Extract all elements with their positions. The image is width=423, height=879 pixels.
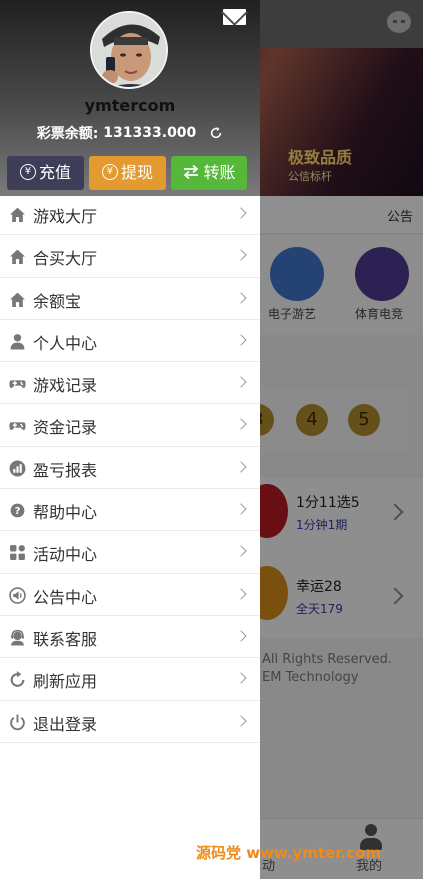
refresh-icon — [10, 671, 25, 688]
chevron-right-icon — [235, 503, 247, 515]
chevron-right-icon — [235, 418, 247, 431]
transfer-label: 转账 — [203, 163, 236, 182]
gamepad-icon — [9, 422, 26, 431]
svg-text:?: ? — [15, 506, 21, 517]
menu-item-profile[interactable]: 个人中心 — [0, 320, 260, 363]
menu-label: 联系客服 — [33, 629, 98, 649]
drawer-header: ymtercom 彩票余额: 131333.000 ¥ 充值 ¥ 提现 转账 — [0, 0, 260, 196]
home-icon — [10, 292, 25, 307]
recharge-button[interactable]: ¥ 充值 — [7, 156, 84, 190]
avatar[interactable] — [90, 11, 168, 89]
chevron-right-icon — [235, 588, 247, 600]
menu-label: 盈亏报表 — [33, 460, 98, 480]
chevron-right-icon — [235, 376, 247, 388]
gamepad-icon — [9, 380, 26, 389]
power-icon — [10, 714, 25, 730]
menu-label: 活动中心 — [33, 545, 98, 565]
menu-item-game-records[interactable]: 游戏记录 — [0, 362, 260, 405]
menu-item-refresh-app[interactable]: 刷新应用 — [0, 658, 260, 701]
menu-item-group-buy[interactable]: 合买大厅 — [0, 235, 260, 278]
side-drawer: ymtercom 彩票余额: 131333.000 ¥ 充值 ¥ 提现 转账 游… — [0, 0, 260, 879]
chevron-right-icon — [235, 714, 247, 727]
chevron-right-icon — [235, 249, 247, 261]
chevron-right-icon — [235, 630, 247, 642]
home-icon — [10, 249, 25, 265]
menu-label: 退出登录 — [33, 714, 98, 734]
chart-icon — [9, 460, 26, 477]
withdraw-button[interactable]: ¥ 提现 — [89, 156, 166, 190]
menu-label: 个人中心 — [33, 333, 98, 353]
balance-row: 彩票余额: 131333.000 — [0, 123, 260, 143]
transfer-button[interactable]: 转账 — [171, 156, 247, 190]
user-icon — [10, 333, 25, 350]
chevron-right-icon — [235, 334, 247, 346]
yuan-icon: ¥ — [19, 164, 36, 180]
menu-label: 刷新应用 — [33, 672, 98, 692]
menu-label: 帮助中心 — [33, 503, 98, 523]
chevron-right-icon — [235, 461, 247, 473]
menu-item-game-lobby[interactable]: 游戏大厅 — [0, 193, 260, 236]
menu-label: 余额宝 — [33, 291, 82, 311]
yuan-icon: ¥ — [101, 164, 118, 180]
menu-label: 合买大厅 — [33, 249, 98, 269]
transfer-icon — [184, 164, 199, 180]
menu-label: 公告中心 — [33, 587, 98, 607]
avatar-image — [92, 13, 166, 87]
menu-item-yuebao[interactable]: 余额宝 — [0, 278, 260, 320]
refresh-icon[interactable] — [209, 126, 223, 140]
menu-label: 游戏记录 — [33, 376, 98, 396]
speaker-icon — [9, 586, 26, 604]
support-icon — [11, 629, 24, 646]
menu-item-profit-report[interactable]: 盈亏报表 — [0, 447, 260, 490]
chevron-right-icon — [235, 672, 247, 684]
grid-icon — [10, 545, 25, 561]
menu-item-activity[interactable]: 活动中心 — [0, 531, 260, 574]
chevron-right-icon — [235, 545, 247, 558]
menu-item-help[interactable]: ? 帮助中心 — [0, 489, 260, 532]
drawer-menu: 游戏大厅 合买大厅 余额宝 个人中心 游戏记录 资金记录 盈亏报表 ? 帮助中心… — [0, 193, 260, 743]
withdraw-label: 提现 — [120, 163, 153, 182]
chevron-right-icon — [235, 207, 247, 219]
menu-item-customer-service[interactable]: 联系客服 — [0, 616, 260, 659]
chevron-right-icon — [235, 291, 247, 304]
username: ymtercom — [84, 96, 176, 115]
watermark: 源码党 www.ymter.com — [196, 844, 382, 862]
home-icon — [10, 207, 25, 222]
menu-label: 资金记录 — [33, 418, 98, 438]
menu-item-announcements[interactable]: 公告中心 — [0, 574, 260, 616]
recharge-label: 充值 — [38, 163, 71, 182]
balance-value: 131333.000 — [103, 125, 197, 141]
balance-label: 彩票余额: — [36, 126, 99, 142]
action-buttons: ¥ 充值 ¥ 提现 转账 — [0, 156, 260, 190]
menu-item-logout[interactable]: 退出登录 — [0, 701, 260, 743]
menu-item-fund-records[interactable]: 资金记录 — [0, 404, 260, 447]
mail-icon[interactable] — [223, 9, 246, 25]
help-icon: ? — [10, 503, 25, 518]
menu-label: 游戏大厅 — [33, 207, 98, 226]
